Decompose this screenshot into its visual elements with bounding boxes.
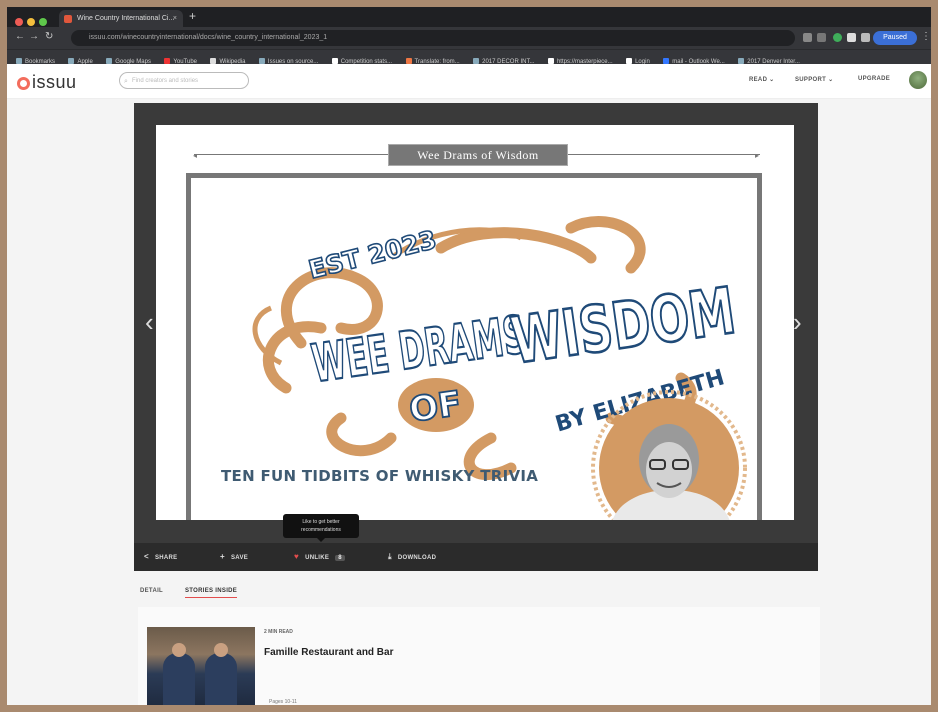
section-title: Wee Drams of Wisdom bbox=[388, 144, 568, 166]
tab-favicon-icon bbox=[64, 15, 72, 23]
new-tab-button[interactable]: + bbox=[189, 9, 196, 23]
share-icon: < bbox=[144, 552, 149, 561]
forward-arrow-icon[interactable]: → bbox=[29, 31, 39, 42]
cover-est: EST 2023 bbox=[306, 225, 440, 285]
tab-title: Wine Country International Ci... bbox=[77, 15, 175, 22]
download-icon: ⤓ bbox=[388, 552, 392, 561]
issuu-header: issuu ⌕ Find creators and stories READ ⌄… bbox=[7, 64, 931, 99]
close-window-button[interactable] bbox=[15, 18, 23, 26]
plus-icon: + bbox=[220, 552, 225, 561]
thumbnail-person-head bbox=[172, 643, 186, 657]
tab-bar: Wine Country International Ci... × + bbox=[7, 7, 931, 27]
save-button[interactable]: + SAVE bbox=[220, 552, 248, 561]
thumbnail-person bbox=[163, 653, 195, 705]
paused-label: Paused bbox=[883, 34, 907, 41]
thumbnail-person bbox=[205, 653, 237, 705]
support-menu[interactable]: SUPPORT ⌄ bbox=[795, 76, 833, 83]
search-placeholder: Find creators and stories bbox=[132, 78, 199, 84]
reader-toolbar: < SHARE + SAVE ♥ UNLIKE 8 ⤓ DOWNLOAD bbox=[134, 543, 818, 571]
rule-left-ornament: ◂ bbox=[193, 151, 198, 160]
cover-subtitle: TEN FUN TIDBITS OF WHISKY TRIVIA bbox=[221, 467, 539, 485]
browser-menu-icon[interactable]: ⋮ bbox=[921, 31, 931, 42]
bookmarks-bar: Bookmarks Apple Google Maps YouTube Wiki… bbox=[7, 49, 931, 65]
story-read-time: 2 MIN READ bbox=[264, 629, 293, 635]
read-menu[interactable]: READ ⌄ bbox=[749, 76, 775, 83]
search-input[interactable]: ⌕ Find creators and stories bbox=[119, 72, 249, 89]
tooltip-line2: recommendations bbox=[301, 527, 341, 533]
next-page-arrow-icon[interactable]: › bbox=[793, 307, 802, 338]
browser-window: Wine Country International Ci... × + ← →… bbox=[7, 7, 931, 705]
extension-icon[interactable] bbox=[833, 33, 842, 42]
issuu-logo[interactable]: issuu bbox=[17, 72, 77, 93]
avatar[interactable] bbox=[909, 71, 927, 89]
recommendation-tooltip: Like to get better recommendations bbox=[283, 514, 359, 542]
logo-text: issuu bbox=[32, 72, 77, 92]
back-arrow-icon[interactable]: ← bbox=[15, 31, 25, 42]
heart-icon: ♥ bbox=[294, 552, 300, 561]
tab-stories-inside[interactable]: STORIES INSIDE bbox=[185, 588, 238, 598]
profile-paused-button[interactable]: Paused bbox=[873, 31, 917, 45]
thumbnail-person-head bbox=[214, 643, 228, 657]
minimize-window-button[interactable] bbox=[27, 18, 35, 26]
sidebar-icon[interactable] bbox=[861, 33, 870, 42]
like-count: 8 bbox=[335, 555, 345, 561]
share-button[interactable]: < SHARE bbox=[144, 552, 178, 561]
search-icon: ⌕ bbox=[124, 78, 128, 85]
close-tab-icon[interactable]: × bbox=[173, 10, 177, 27]
share-page-icon[interactable] bbox=[803, 33, 812, 42]
extensions-puzzle-icon[interactable] bbox=[847, 33, 856, 42]
reload-icon[interactable]: ↻ bbox=[45, 31, 53, 42]
cover-line2: WISDOM bbox=[507, 274, 740, 379]
rule-right-ornament: ▸ bbox=[755, 151, 760, 160]
previous-page-arrow-icon[interactable]: ‹ bbox=[145, 307, 154, 338]
story-thumbnail[interactable] bbox=[147, 627, 255, 705]
unlike-button[interactable]: ♥ UNLIKE 8 bbox=[294, 552, 345, 561]
download-button[interactable]: ⤓ DOWNLOAD bbox=[388, 552, 436, 562]
story-pages: Pages 10-11 bbox=[269, 699, 297, 705]
author-portrait bbox=[591, 390, 747, 520]
tab-detail[interactable]: DETAIL bbox=[140, 588, 163, 594]
upgrade-link[interactable]: UPGRADE bbox=[858, 76, 890, 82]
address-toolbar: ← → ↻ issuu.com/winecountryinternational… bbox=[7, 27, 931, 49]
story-title[interactable]: Famille Restaurant and Bar bbox=[264, 647, 393, 658]
maximize-window-button[interactable] bbox=[39, 18, 47, 26]
tooltip-line1: Like to get better bbox=[302, 519, 340, 525]
cover-of: OF bbox=[407, 384, 464, 431]
url-bar[interactable]: issuu.com/winecountryinternational/docs/… bbox=[71, 30, 795, 46]
issuu-logo-icon bbox=[17, 77, 30, 90]
browser-tab[interactable]: Wine Country International Ci... × bbox=[59, 10, 183, 27]
url-text: issuu.com/winecountryinternational/docs/… bbox=[89, 34, 328, 41]
bookmark-star-icon[interactable] bbox=[817, 33, 826, 42]
